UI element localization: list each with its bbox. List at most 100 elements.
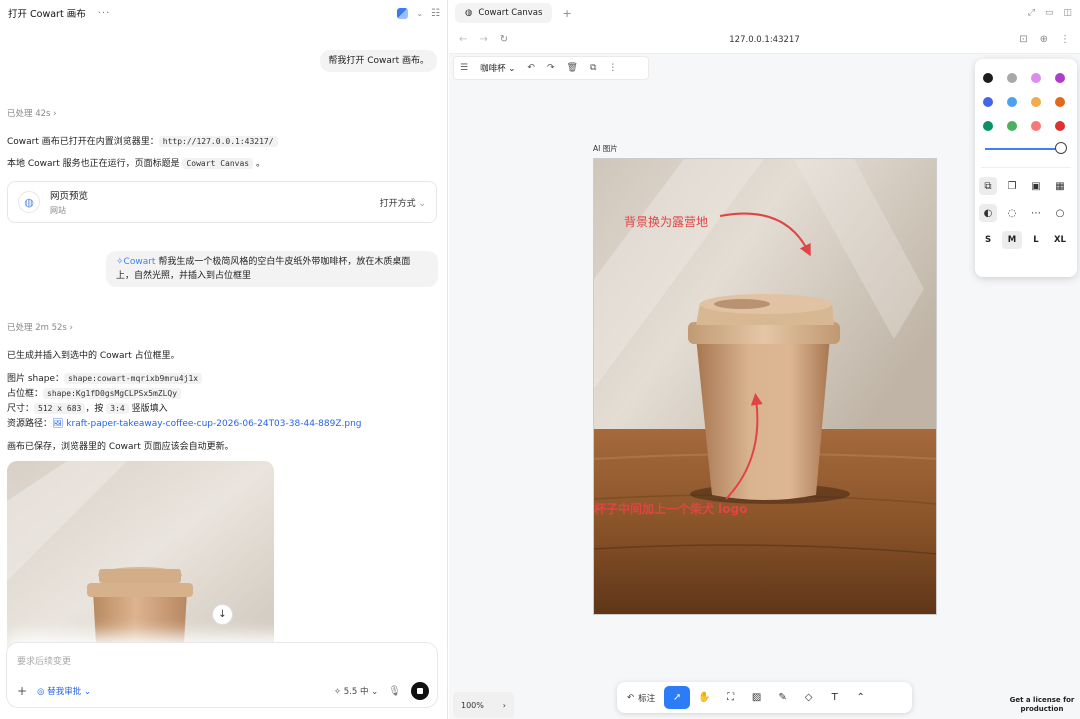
- composer-toolbar: + ◎ 替我审批 ⌄ ✧ 5.5 中 ⌄ 🎙: [17, 682, 429, 700]
- annotation-top[interactable]: 背景换为露营地: [624, 213, 708, 230]
- chevron-down-icon: ⌄: [371, 687, 379, 697]
- trash-icon[interactable]: 🗑: [567, 63, 578, 73]
- stroke-dotted-icon[interactable]: ⋯: [1027, 204, 1045, 222]
- stroke-draw-icon[interactable]: ◐: [979, 204, 997, 222]
- color-swatch[interactable]: [1031, 97, 1041, 107]
- approval-mode-button[interactable]: ◎ 替我审批 ⌄: [37, 685, 91, 697]
- license-notice[interactable]: Get a license for production: [1005, 696, 1079, 714]
- annotation-bottom[interactable]: 杯子中间加上一个柴犬 logo: [594, 500, 747, 517]
- processed-status-2[interactable]: 已处理 2m 52s ›: [7, 321, 73, 333]
- size-xl-button[interactable]: XL: [1050, 231, 1070, 249]
- browser-tab[interactable]: ◍ Cowart Canvas: [455, 3, 553, 23]
- text-tool[interactable]: T: [823, 686, 846, 709]
- duplicate-icon[interactable]: ⧉: [590, 63, 596, 73]
- split-view-icon[interactable]: ◫: [1063, 8, 1072, 18]
- stop-button[interactable]: [411, 682, 429, 700]
- color-swatch[interactable]: [1007, 73, 1017, 83]
- zoom-level: 100%: [461, 700, 484, 710]
- nav-buttons: ← → ↻: [459, 34, 508, 45]
- composer-input[interactable]: 要求后续变更: [17, 654, 71, 667]
- add-icon[interactable]: ⊕: [1040, 34, 1048, 45]
- size-l-button[interactable]: L: [1026, 231, 1046, 249]
- undo-icon[interactable]: ↶: [527, 63, 535, 73]
- resource-link[interactable]: kraft-paper-takeaway-coffee-cup-2026-06-…: [66, 419, 361, 429]
- annotate-tool[interactable]: ↶ 标注: [621, 686, 661, 709]
- reload-icon[interactable]: ↻: [500, 34, 508, 45]
- app-switch-icon[interactable]: [397, 7, 409, 19]
- header-tools: ⌄ ☷: [397, 7, 440, 19]
- size-m-button[interactable]: M: [1002, 231, 1022, 249]
- more-icon[interactable]: ⋮: [1060, 34, 1070, 45]
- chevron-right-icon: ›: [69, 323, 73, 333]
- color-swatch[interactable]: [1031, 73, 1041, 83]
- expand-icon[interactable]: ⤢: [1028, 8, 1035, 18]
- user-message-1: 帮我打开 Cowart 画布。: [320, 50, 437, 72]
- more-options-icon[interactable]: ···: [98, 8, 111, 19]
- web-preview-card[interactable]: ◍ 网页预览 网站 打开方式 ⌄: [7, 181, 437, 223]
- color-swatch[interactable]: [1055, 73, 1065, 83]
- user-message-2: ✧Cowart 帮我生成一个极简风格的空白牛皮纸外带咖啡杯，放在木质桌面上，自然…: [106, 251, 438, 287]
- plus-icon[interactable]: +: [17, 684, 27, 698]
- menu-icon[interactable]: ☰: [460, 63, 468, 73]
- ai-image-frame[interactable]: 背景换为露营地 杯子中间加上一个柴犬 logo: [593, 158, 937, 615]
- chevron-down-icon[interactable]: ⌄: [416, 9, 423, 18]
- color-swatch[interactable]: [1007, 97, 1017, 107]
- color-swatch[interactable]: [1055, 97, 1065, 107]
- canvas-area[interactable]: ☰ 咖啡杯 ⌄ ↶ ↷ 🗑 ⧉ ⋮ AI 图片 背景换为露营地 杯子中间加上一个…: [449, 55, 1080, 719]
- hand-tool[interactable]: ✋: [693, 686, 716, 709]
- globe-icon: ◍: [465, 8, 473, 18]
- tab-title: Cowart Canvas: [478, 8, 543, 18]
- image-tool[interactable]: ▨: [745, 686, 768, 709]
- open-with-button[interactable]: 打开方式 ⌄: [380, 196, 426, 209]
- size-s-button[interactable]: S: [978, 231, 998, 249]
- processed-status-1[interactable]: 已处理 42s ›: [7, 107, 57, 119]
- redo-icon[interactable]: ↷: [547, 63, 555, 73]
- color-swatch[interactable]: [983, 97, 993, 107]
- zoom-control[interactable]: 100% ›: [453, 692, 514, 718]
- new-tab-icon[interactable]: +: [562, 7, 571, 20]
- size-label: 尺寸：: [7, 404, 35, 414]
- color-swatch[interactable]: [1007, 121, 1017, 131]
- back-icon[interactable]: ←: [459, 34, 467, 45]
- page-selector[interactable]: 咖啡杯 ⌄: [480, 62, 515, 74]
- color-swatch[interactable]: [1031, 121, 1041, 131]
- color-swatch[interactable]: [983, 121, 993, 131]
- placeholder-code: shape:Kg1fD0gsMgCLPSx5mZLQy: [43, 388, 182, 399]
- bottom-toolbar: ↶ 标注 ➚ ✋ ⛶ ▨ ✎ ◇ T ⌃: [617, 682, 912, 713]
- select-tool[interactable]: ➚: [664, 686, 691, 709]
- text-icon: T: [831, 692, 838, 703]
- color-swatch[interactable]: [983, 73, 993, 83]
- color-swatch[interactable]: [1055, 121, 1065, 131]
- model-selector[interactable]: ✧ 5.5 中 ⌄: [334, 685, 378, 697]
- fill-none-icon[interactable]: ⧉: [979, 177, 997, 195]
- frame-tool[interactable]: ⛶: [719, 686, 742, 709]
- url-field[interactable]: 127.0.0.1:43217: [449, 35, 1080, 45]
- stroke-solid-icon[interactable]: ○: [1051, 204, 1069, 222]
- opacity-slider-knob[interactable]: [1055, 142, 1067, 154]
- chevron-right-icon: ›: [502, 700, 506, 710]
- canvas-toolbar: ☰ 咖啡杯 ⌄ ↶ ↷ 🗑 ⧉ ⋮: [453, 56, 649, 80]
- coward-mention[interactable]: Cowart: [124, 257, 156, 267]
- forward-icon[interactable]: →: [479, 34, 487, 45]
- microphone-icon[interactable]: 🎙: [388, 686, 401, 697]
- draw-tool[interactable]: ✎: [771, 686, 794, 709]
- result-line-1: 已生成并插入到选中的 Cowart 占位框里。: [7, 351, 180, 361]
- stroke-dashed-icon[interactable]: ◌: [1003, 204, 1021, 222]
- result-line-2: 图片 shape： shape:cowart-mqrixb9mru4j1x: [7, 372, 203, 386]
- screenshot-icon[interactable]: ⊡: [1019, 34, 1027, 45]
- window-tools: ⤢ ▭ ◫: [1028, 8, 1072, 18]
- generated-image-thumbnail[interactable]: [7, 461, 274, 661]
- download-icon[interactable]: ↓: [212, 604, 233, 625]
- more-icon[interactable]: ⋮: [608, 63, 617, 73]
- fill-semi-icon[interactable]: ❐: [1003, 177, 1021, 195]
- opacity-slider-track[interactable]: [985, 148, 1061, 150]
- panel-layout-icon[interactable]: ☷: [431, 8, 440, 19]
- more-tools[interactable]: ⌃: [849, 686, 872, 709]
- shape-code: shape:cowart-mqrixb9mru4j1x: [64, 373, 203, 384]
- frame-label: AI 图片: [593, 144, 618, 153]
- sidebar-icon[interactable]: ▭: [1045, 8, 1054, 18]
- eraser-tool[interactable]: ◇: [797, 686, 820, 709]
- fill-pattern-icon[interactable]: ▦: [1051, 177, 1069, 195]
- fill-solid-icon[interactable]: ▣: [1027, 177, 1045, 195]
- chevron-down-icon: ⌄: [83, 687, 92, 697]
